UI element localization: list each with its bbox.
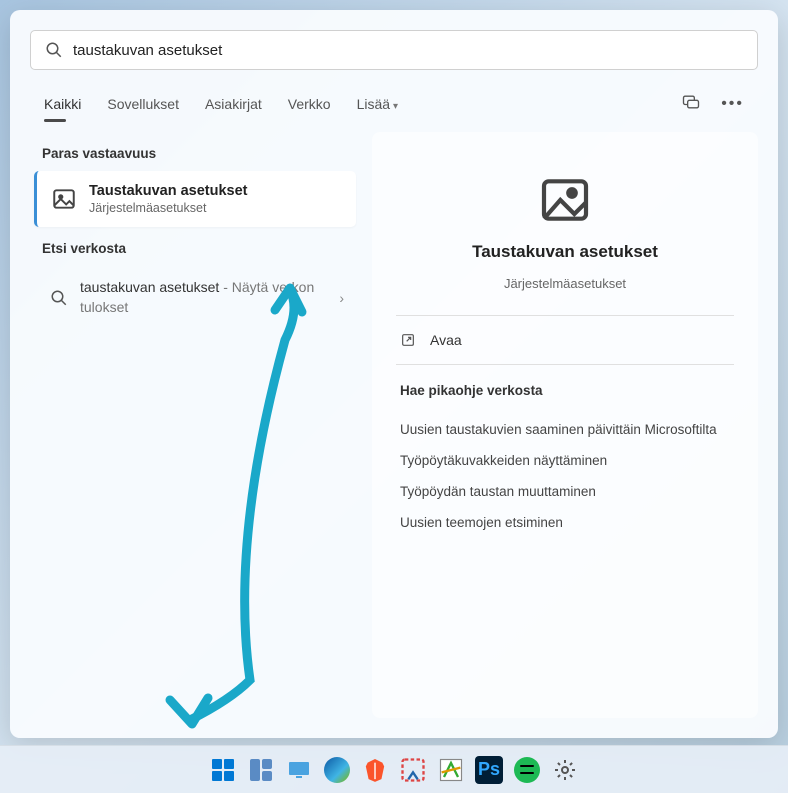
search-input[interactable] [73,42,743,59]
quick-help-title: Hae pikaohje verkosta [400,383,730,398]
web-search-item[interactable]: taustakuvan asetukset - Näytä verkon tul… [34,266,356,329]
open-action[interactable]: Avaa [396,316,734,365]
tab-documents[interactable]: Asiakirjat [205,90,262,118]
best-match-title: Taustakuvan asetukset [89,183,248,199]
preview-title: Taustakuvan asetukset [472,242,658,262]
quick-link[interactable]: Uusien taustakuvien saaminen päivittäin … [400,414,730,445]
taskbar: Ps [0,745,788,793]
more-icon[interactable]: ••• [721,95,744,113]
taskbar-app-chemsketch[interactable] [437,756,465,784]
web-item-text: taustakuvan asetukset - Näytä verkon tul… [80,278,327,317]
quick-link[interactable]: Työpöydän taustan muuttaminen [400,476,730,507]
image-icon [51,186,77,212]
tab-more[interactable]: Lisää▾ [357,90,399,118]
widgets-button[interactable] [247,756,275,784]
search-box[interactable] [30,30,758,70]
search-icon [50,289,68,307]
quick-link[interactable]: Uusien teemojen etsiminen [400,507,730,538]
taskbar-app-settings[interactable] [551,756,579,784]
search-web-label: Etsi verkosta [30,227,360,266]
taskbar-app-edge[interactable] [323,756,351,784]
chevron-down-icon: ▾ [393,101,398,112]
tab-apps[interactable]: Sovellukset [107,90,179,118]
taskbar-app-photoshop[interactable]: Ps [475,756,503,784]
chevron-right-icon: › [339,290,344,306]
search-icon [45,41,63,59]
preview-pane: Taustakuvan asetukset Järjestelmäasetuks… [372,132,758,718]
results-column: Paras vastaavuus Taustakuvan asetukset J… [30,132,360,718]
open-icon [400,332,416,348]
best-match-subtitle: Järjestelmäasetukset [89,201,248,215]
quick-link[interactable]: Työpöytäkuvakkeiden näyttäminen [400,445,730,476]
taskbar-app-monitor[interactable] [285,756,313,784]
tab-all[interactable]: Kaikki [44,90,81,118]
image-icon [537,172,593,228]
tab-web[interactable]: Verkko [288,90,331,118]
search-panel: Kaikki Sovellukset Asiakirjat Verkko Lis… [10,10,778,738]
taskbar-app-spotify[interactable] [513,756,541,784]
best-match-label: Paras vastaavuus [30,132,360,171]
preview-subtitle: Järjestelmäasetukset [504,276,626,291]
best-match-item[interactable]: Taustakuvan asetukset Järjestelmäasetuks… [34,171,356,227]
tabs-row: Kaikki Sovellukset Asiakirjat Verkko Lis… [10,80,778,124]
taskbar-app-brave[interactable] [361,756,389,784]
taskbar-app-snipping[interactable] [399,756,427,784]
start-button[interactable] [209,756,237,784]
chat-icon[interactable] [681,92,701,117]
